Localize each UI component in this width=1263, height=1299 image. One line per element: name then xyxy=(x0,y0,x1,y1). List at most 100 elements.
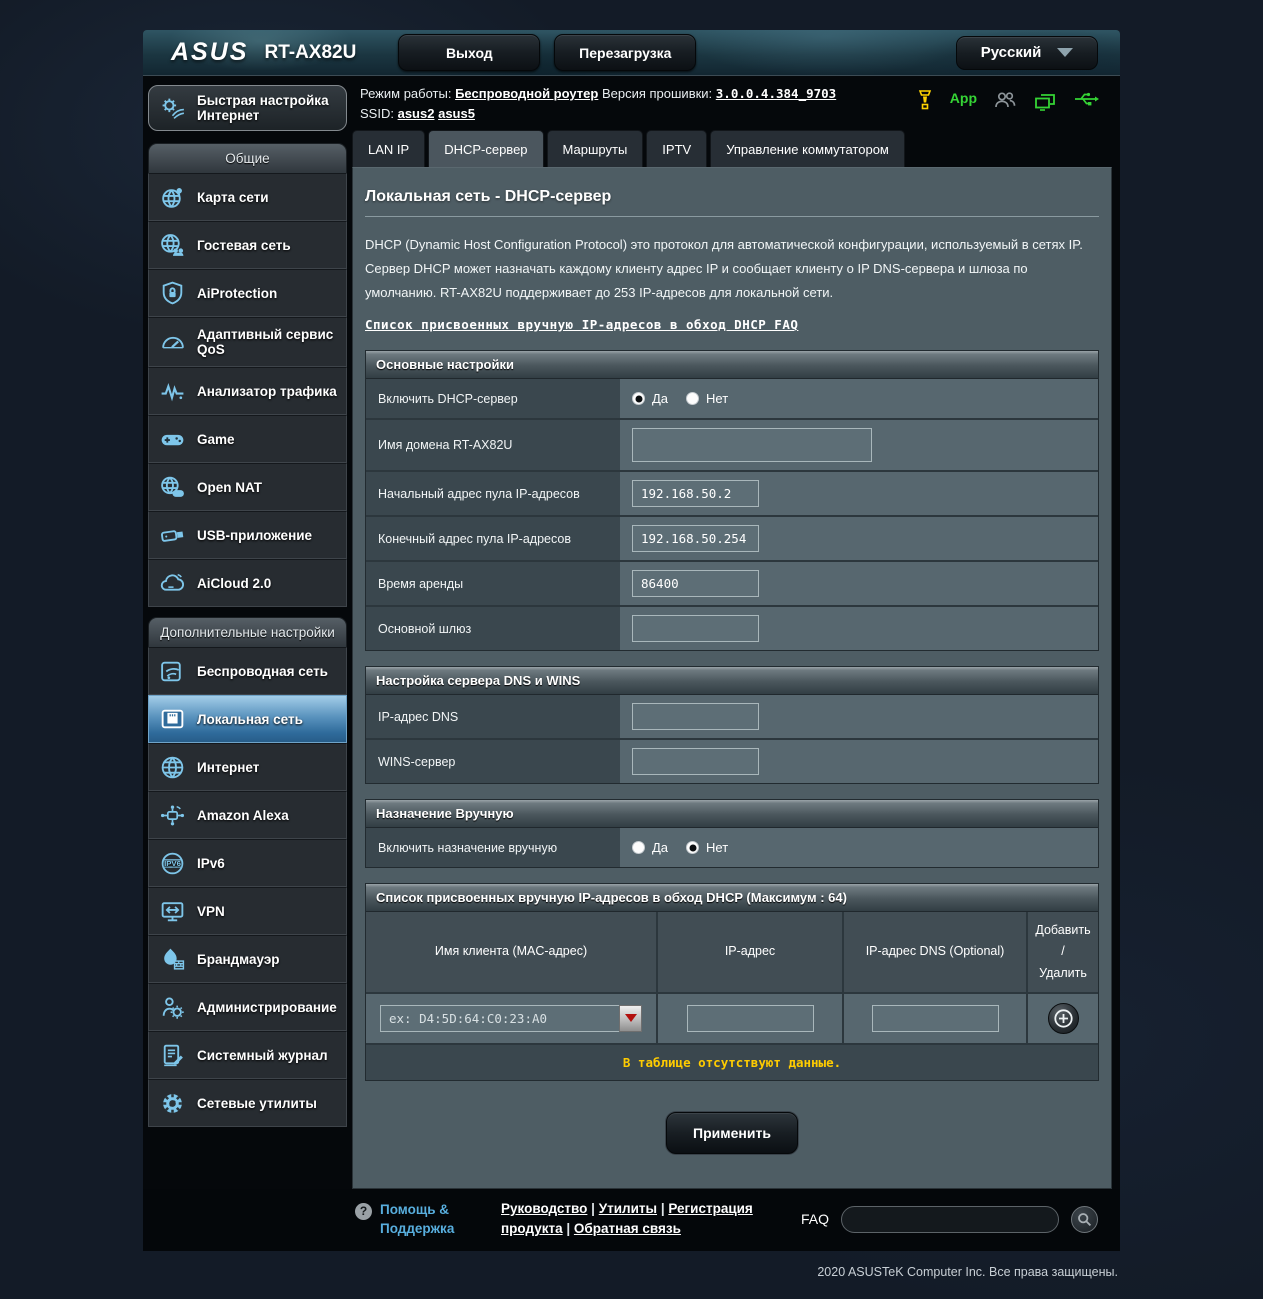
devices-sync-icon[interactable] xyxy=(1033,90,1057,111)
ssid-label: SSID: xyxy=(360,105,394,121)
tab-iptv[interactable]: IPTV xyxy=(646,130,708,167)
radio-unchecked-icon xyxy=(686,392,700,406)
mode-link[interactable]: Беспроводной роутер xyxy=(455,86,598,101)
sidebar-item-ipv6[interactable]: IPV6 IPv6 xyxy=(148,839,347,887)
faq-label: FAQ xyxy=(801,1211,830,1228)
link-separator: | xyxy=(660,1200,665,1216)
language-select[interactable]: Русский xyxy=(956,35,1098,70)
section-basic-settings: Основные настройки Включить DHCP-сервер … xyxy=(365,350,1099,652)
faq-search-input[interactable] xyxy=(841,1205,1060,1233)
client-mac-input[interactable] xyxy=(380,1004,619,1032)
sidebar-item-label: Адаптивный сервис QoS xyxy=(197,327,334,357)
sidebar-item-aicloud[interactable]: AiCloud 2.0 xyxy=(148,559,347,607)
sidebar-item-wireless[interactable]: Беспроводная сеть xyxy=(148,647,347,695)
dns-ip-field[interactable] xyxy=(632,703,759,731)
firmware-alert-icon[interactable] xyxy=(916,90,934,110)
tab-dhcp-server[interactable]: DHCP-сервер xyxy=(428,130,544,167)
faq-search: FAQ xyxy=(801,1205,1099,1233)
utilities-link[interactable]: Утилиты xyxy=(599,1201,657,1216)
sidebar-section-advanced: Дополнительные настройки xyxy=(148,617,347,647)
add-entry-button[interactable] xyxy=(1047,1002,1079,1034)
domain-name-label: Имя домена RT-AX82U xyxy=(366,420,620,471)
asus-logo: ASUS xyxy=(171,38,249,66)
sidebar-item-firewall[interactable]: Брандмауэр xyxy=(148,935,347,983)
manual-list-column-headers: Имя клиента (MAC-адрес) IP-адрес IP-адре… xyxy=(366,912,1098,992)
firmware-label: Версия прошивки: xyxy=(601,86,713,101)
wireless-icon xyxy=(156,658,188,685)
manual-dns-field[interactable] xyxy=(871,1004,999,1032)
client-mac-dropdown-button[interactable] xyxy=(619,1004,642,1032)
sidebar-item-vpn[interactable]: VPN xyxy=(148,887,347,935)
col-ip-address: IP-адрес xyxy=(656,912,842,992)
row-domain-name: Имя домена RT-AX82U xyxy=(366,418,1098,471)
help-support-label: Помощь & Поддержка xyxy=(380,1201,455,1237)
sidebar-item-system-log[interactable]: Системный журнал xyxy=(148,1031,347,1079)
col-add-delete: Добавить / Удалить xyxy=(1026,912,1098,992)
tab-switch-control[interactable]: Управление коммутатором xyxy=(710,130,905,167)
dhcp-yes-radio[interactable]: Да xyxy=(632,391,668,406)
default-gateway-field[interactable] xyxy=(632,615,759,643)
sidebar-item-qos[interactable]: Адаптивный сервис QoS xyxy=(148,317,347,367)
logout-button[interactable]: Выход xyxy=(398,34,541,71)
app-badge[interactable]: App xyxy=(950,90,977,106)
tab-lan-ip[interactable]: LAN IP xyxy=(352,130,426,167)
manual-link[interactable]: Руководство xyxy=(501,1201,587,1216)
sidebar-item-network-map[interactable]: Карта сети xyxy=(148,173,347,221)
page-description: DHCP (Dynamic Host Configuration Protoco… xyxy=(365,237,1083,301)
radio-checked-icon xyxy=(686,841,700,855)
footer: ? Помощь & Поддержка Руководство | Утили… xyxy=(143,1188,1120,1252)
usb-status-icon[interactable] xyxy=(1073,90,1100,108)
sidebar-item-label: IPv6 xyxy=(197,855,225,871)
tab-bar: LAN IP DHCP-сервер Маршруты IPTV Управле… xyxy=(352,130,1112,167)
manual-ip-field[interactable] xyxy=(686,1004,814,1032)
domain-name-field[interactable] xyxy=(632,428,872,463)
ssid-link-2g[interactable]: asus2 xyxy=(398,106,435,121)
sidebar-item-administration[interactable]: Администрирование xyxy=(148,983,347,1031)
radio-checked-icon xyxy=(632,392,645,406)
dhcp-no-radio[interactable]: Нет xyxy=(686,391,728,406)
sidebar-item-lan[interactable]: Локальная сеть xyxy=(148,695,347,743)
status-icons: App xyxy=(916,84,1110,128)
dhcp-no-label: Нет xyxy=(706,391,729,407)
lease-time-label: Время аренды xyxy=(366,562,620,606)
pool-start-field[interactable] xyxy=(632,480,759,508)
manual-no-radio[interactable]: Нет xyxy=(686,840,728,855)
sidebar-item-guest-network[interactable]: Гостевая сеть xyxy=(148,221,347,269)
sidebar-item-aiprotection[interactable]: AiProtection xyxy=(148,269,347,317)
enable-manual-label: Включить назначение вручную xyxy=(366,828,620,868)
faq-search-button[interactable] xyxy=(1071,1205,1099,1233)
sidebar-item-label: Беспроводная сеть xyxy=(197,663,328,679)
wins-server-field[interactable] xyxy=(632,748,759,776)
alexa-network-icon xyxy=(156,802,188,829)
clients-icon[interactable] xyxy=(993,90,1017,110)
sidebar-item-network-tools[interactable]: Сетевые утилиты xyxy=(148,1079,347,1127)
sidebar-item-label: Администрирование xyxy=(197,999,337,1015)
pool-end-field[interactable] xyxy=(632,525,759,553)
sidebar-item-open-nat[interactable]: Open NAT xyxy=(148,463,347,511)
sidebar-item-amazon-alexa[interactable]: Amazon Alexa xyxy=(148,791,347,839)
sidebar-section-general: Общие xyxy=(148,143,347,173)
tab-routes[interactable]: Маршруты xyxy=(546,130,644,167)
ssid-link-5g[interactable]: asus5 xyxy=(438,106,475,121)
waveform-icon xyxy=(156,378,188,405)
internet-globe-icon xyxy=(156,754,188,781)
question-icon: ? xyxy=(355,1202,372,1220)
sidebar-item-usb-application[interactable]: USB-приложение xyxy=(148,511,347,559)
sidebar-item-game[interactable]: Game xyxy=(148,415,347,463)
gamepad-icon xyxy=(156,426,188,453)
help-support[interactable]: ? Помощь & Поддержка xyxy=(355,1200,473,1239)
vpn-icon xyxy=(156,898,188,925)
dhcp-faq-link[interactable]: Список присвоенных вручную IP-адресов в … xyxy=(365,317,798,332)
reboot-button[interactable]: Перезагрузка xyxy=(554,34,697,71)
status-bar: Режим работы: Беспроводной роутер Версия… xyxy=(352,76,1112,128)
apply-button[interactable]: Применить xyxy=(666,1111,798,1154)
sidebar-item-wan[interactable]: Интернет xyxy=(148,743,347,791)
firmware-link[interactable]: 3.0.0.4.384_9703 xyxy=(716,86,836,101)
manual-yes-radio[interactable]: Да xyxy=(632,840,668,855)
quick-setup-button[interactable]: Быстрая настройка Интернет xyxy=(148,85,347,131)
pool-end-label: Конечный адрес пула IP-адресов xyxy=(366,517,620,561)
sidebar-item-traffic-analyzer[interactable]: Анализатор трафика xyxy=(148,367,347,415)
feedback-link[interactable]: Обратная связь xyxy=(574,1221,681,1236)
lease-time-field[interactable] xyxy=(632,570,759,598)
dropdown-arrow-icon xyxy=(624,1014,637,1023)
